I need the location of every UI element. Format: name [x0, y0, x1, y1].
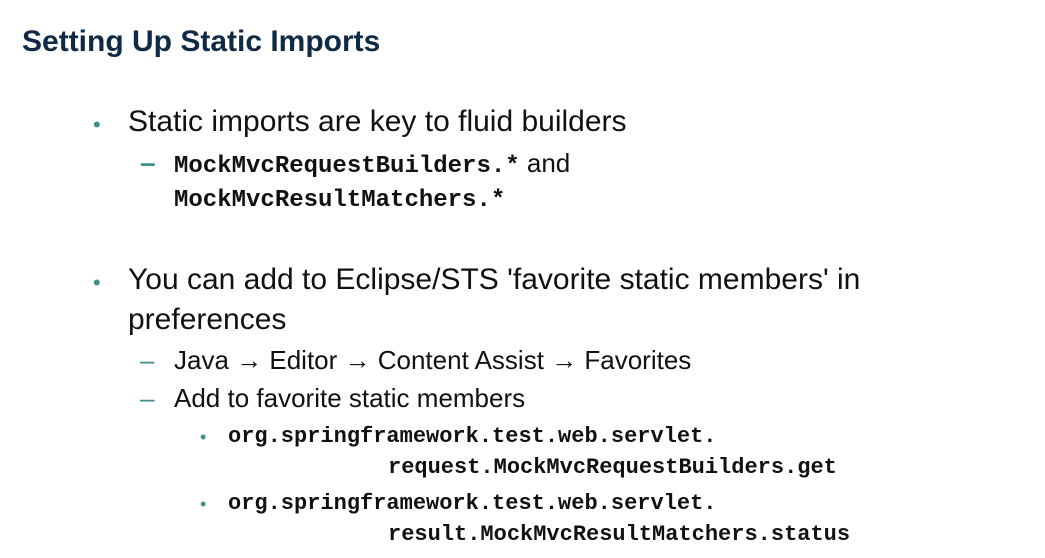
code-request-builders: MockMvcRequestBuilders.*	[174, 153, 520, 180]
bullet-icon: •	[200, 494, 207, 514]
bullet-icon: •	[93, 112, 101, 137]
favorite-item-1-line-2: request.MockMvcRequestBuilders.get	[388, 455, 837, 480]
slide-title: Setting Up Static Imports	[22, 25, 381, 58]
bullet-1-text: Static imports are key to fluid builders	[128, 105, 627, 138]
bullet-2-line-1: You can add to Eclipse/STS 'favorite sta…	[128, 263, 861, 296]
and-text: and	[519, 148, 571, 178]
bullet-icon: •	[93, 270, 101, 295]
code-result-matchers: MockMvcResultMatchers.*	[174, 187, 506, 214]
bullet-2-sub-2: Add to favorite static members	[174, 383, 526, 413]
dash-icon: –	[140, 345, 155, 375]
dash-icon: –	[140, 147, 156, 178]
favorite-item-2-line-1: org.springframework.test.web.servlet.	[228, 491, 717, 516]
bullet-2-sub-1: Java → Editor → Content Assist → Favorit…	[174, 345, 692, 375]
favorite-item-2-line-2: result.MockMvcResultMatchers.status	[388, 522, 851, 547]
bullet-2-line-2: preferences	[128, 303, 287, 336]
dash-icon: –	[140, 383, 155, 413]
bullet-icon: •	[200, 427, 207, 447]
favorite-item-1-line-1: org.springframework.test.web.servlet.	[228, 424, 717, 449]
bullet-1-sub-line-1: MockMvcRequestBuilders.* and	[174, 145, 570, 185]
